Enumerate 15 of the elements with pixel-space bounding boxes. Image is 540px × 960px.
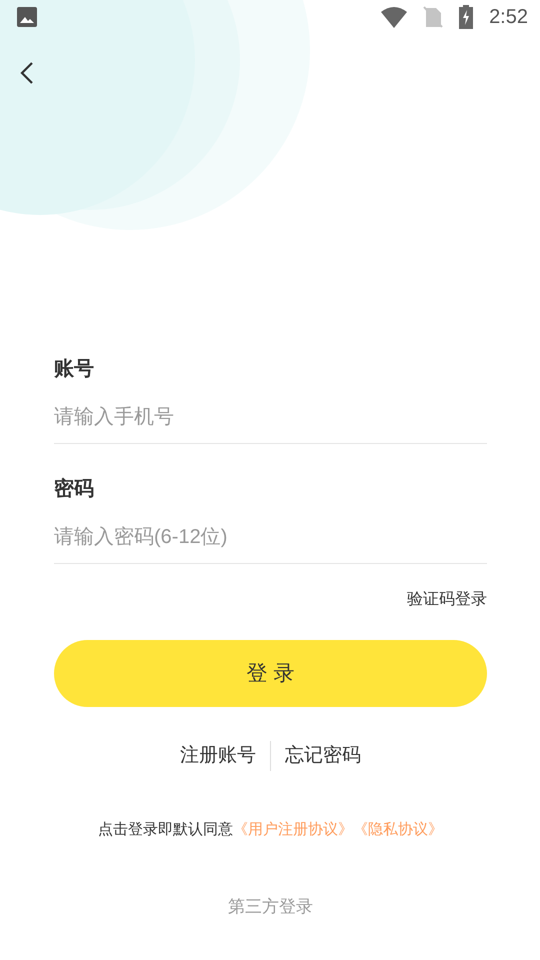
input-field[interactable]: 请输入密码(6-12位) xyxy=(54,512,487,564)
no-sim-icon xyxy=(423,6,444,28)
agreement-text: 点击登录即默认同意《用户注册协议》《隐私协议》 xyxy=(97,820,444,840)
status-time: 2:52 xyxy=(489,5,528,30)
wifi-icon xyxy=(381,6,408,28)
code-login-link[interactable]: 验证码登录 xyxy=(407,591,487,608)
battery-charging-icon xyxy=(459,5,474,29)
image-icon xyxy=(16,6,38,28)
register-link[interactable]: 注册账号 xyxy=(166,742,270,770)
field-label: 账号 xyxy=(54,357,95,382)
third-party-login-label: 第三方登录 xyxy=(228,896,313,916)
input-field[interactable]: 请输入手机号 xyxy=(54,392,487,444)
login-button[interactable]: 登 录 xyxy=(54,640,487,707)
field-label: 密码 xyxy=(54,476,95,502)
forgot-password-link[interactable]: 忘记密码 xyxy=(271,742,375,770)
